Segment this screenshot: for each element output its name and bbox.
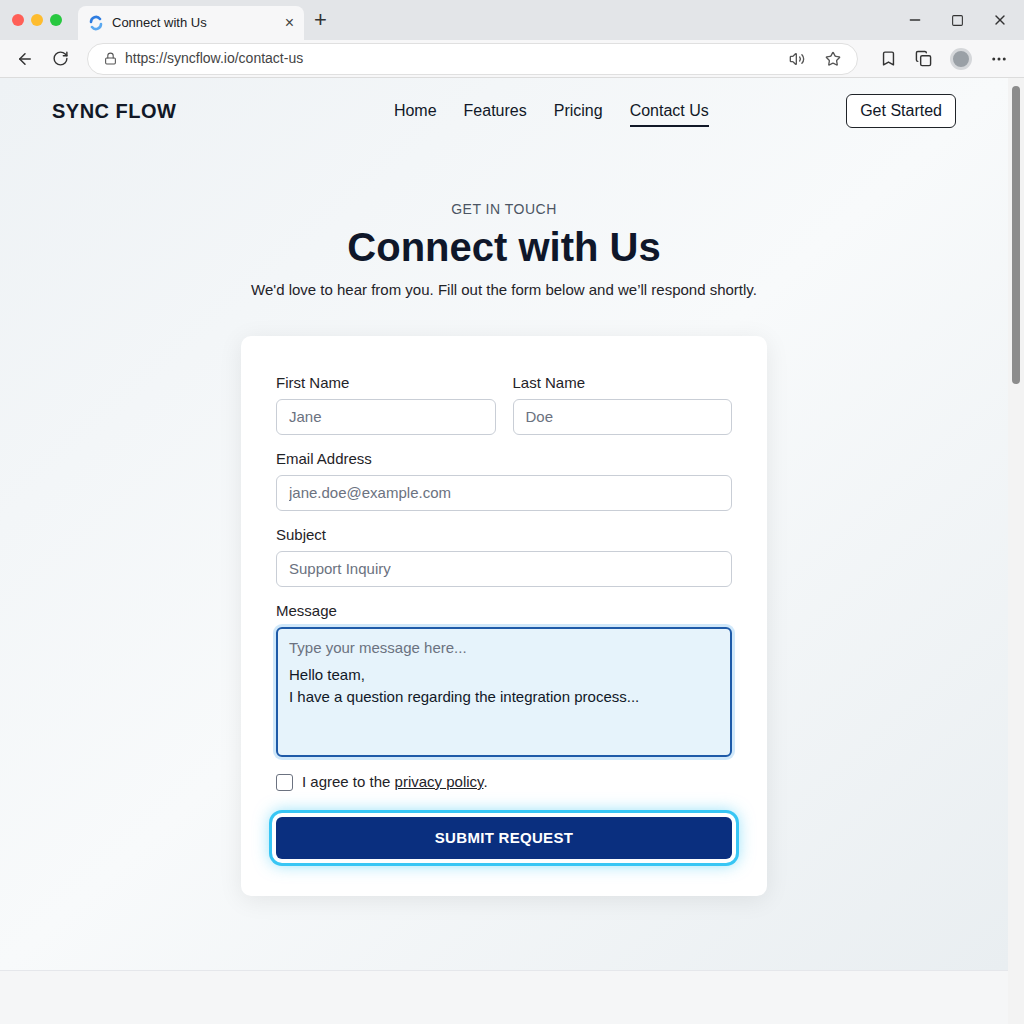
reload-icon[interactable] [52,50,69,67]
subject-field: Subject Support Inquiry [276,525,732,587]
toolbar: https://syncflow.io/contact-us [0,40,1024,78]
close-icon[interactable] [992,12,1008,28]
lock-icon [104,52,117,65]
tab-bar: Connect with Us × + [0,0,1024,40]
collections-icon[interactable] [915,50,932,67]
nav-link[interactable]: Pricing [554,95,603,127]
zoom-dot-icon[interactable] [50,14,62,26]
scrollbar-track [1008,86,1024,1016]
site-nav: SYNC FLOW Home Features Pricing Contact Us Ge… [0,78,1008,128]
subject-placeholder: Support Inquiry [289,558,391,581]
minimize-icon[interactable] [907,12,923,28]
page-area: SYNC FLOW Home Features Pricing Contact Us Ge… [0,78,1024,1024]
favorite-star-icon[interactable] [825,51,841,67]
url-text: https://syncflow.io/contact-us [125,48,781,69]
name-row: First Name Jane Last Name Doe [276,373,732,435]
nav-links: Home Features Pricing Contact Us [394,95,709,127]
page-footer-strip [0,970,1008,1024]
maximize-icon[interactable] [951,14,964,27]
scrollbar[interactable] [1008,78,1024,1024]
browser-window: Connect with Us × + https://syncflow.io/con… [0,0,1024,1024]
new-tab-button[interactable]: + [314,9,327,31]
last-name-field: Last Name Doe [513,373,733,435]
last-name-input[interactable]: Doe [513,399,733,435]
consent-row: I agree to the privacy policy. [276,772,732,792]
back-icon[interactable] [16,50,34,68]
syncflow-favicon-icon [88,15,104,31]
hero-subtitle: We'd love to hear from you. Fill out the… [251,280,757,300]
email-field: Email Address jane.doe@example.com [276,449,732,511]
hero-title: Connect with Us [347,223,660,271]
privacy-policy-link[interactable]: privacy policy [395,773,484,790]
email-input[interactable]: jane.doe@example.com [276,475,732,511]
consent-checkbox[interactable] [276,774,293,791]
hero: GET IN TOUCH Connect with Us We'd love to … [0,199,1008,300]
message-field: Message Type your message here... Hello te… [276,601,732,757]
traffic-lights [0,14,78,26]
browser-tab[interactable]: Connect with Us × [78,6,304,40]
page-column: SYNC FLOW Home Features Pricing Contact Us Ge… [0,78,1008,1024]
nav-link[interactable]: Home [394,95,437,127]
first-name-label: First Name [276,373,496,393]
contact-card: First Name Jane Last Name Doe Email Address j… [241,336,767,896]
nav-link[interactable]: Contact Us [630,95,709,127]
read-aloud-icon[interactable] [789,51,805,67]
nav-link[interactable]: Features [464,95,527,127]
subject-input[interactable]: Support Inquiry [276,551,732,587]
window-controls [907,12,1024,28]
consent-text: I agree to the privacy policy. [302,772,488,792]
message-value: Hello team, I have a question regarding … [289,664,719,708]
minimize-dot-icon[interactable] [31,14,43,26]
message-placeholder: Type your message here... [289,637,719,659]
message-textarea[interactable]: Type your message here... Hello team, I h… [276,627,732,757]
message-label: Message [276,601,732,621]
first-name-field: First Name Jane [276,373,496,435]
email-label: Email Address [276,449,732,469]
subject-label: Subject [276,525,732,545]
scrollbar-thumb[interactable] [1012,86,1020,384]
tab-title: Connect with Us [112,13,277,33]
address-bar[interactable]: https://syncflow.io/contact-us [87,43,858,75]
last-name-label: Last Name [513,373,733,393]
email-placeholder: jane.doe@example.com [289,482,451,505]
profile-avatar-icon[interactable] [950,48,972,70]
site-logo[interactable]: SYNC FLOW [52,96,177,126]
favorites-icon[interactable] [880,50,897,67]
page: SYNC FLOW Home Features Pricing Contact Us Ge… [0,78,1008,970]
last-name-placeholder: Doe [526,406,554,429]
tab-close[interactable]: × [285,15,294,31]
first-name-input[interactable]: Jane [276,399,496,435]
hero-eyebrow: GET IN TOUCH [451,199,557,219]
get-started-button[interactable]: Get Started [846,94,956,128]
close-dot-icon[interactable] [12,14,24,26]
menu-icon[interactable] [990,50,1008,68]
first-name-placeholder: Jane [289,406,322,429]
submit-button[interactable]: SUBMIT REQUEST [276,817,732,859]
